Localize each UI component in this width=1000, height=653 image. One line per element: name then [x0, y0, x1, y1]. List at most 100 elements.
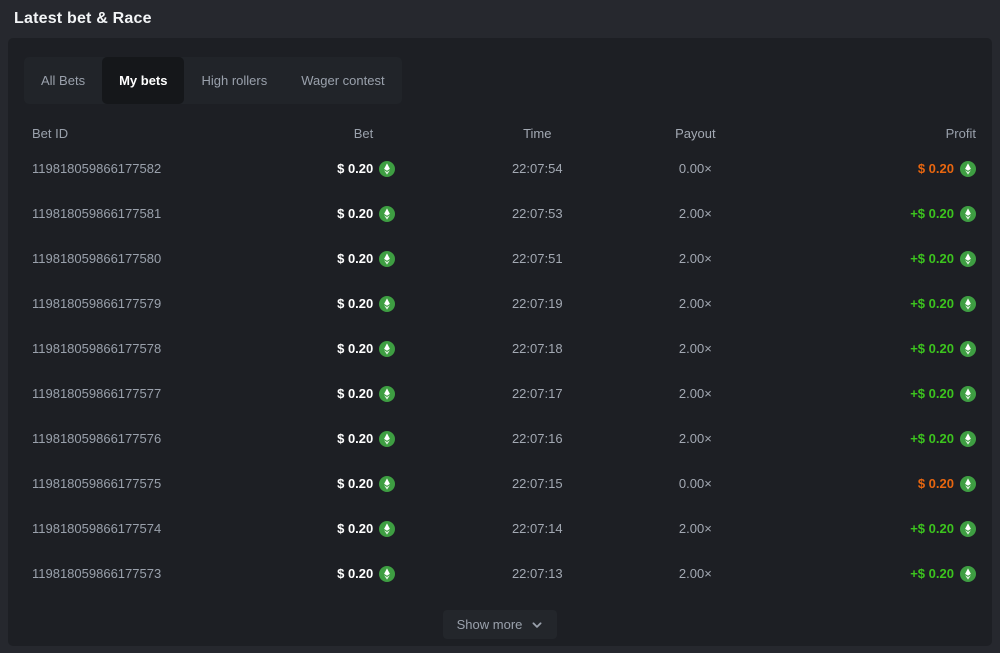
tab-all-bets[interactable]: All Bets [24, 57, 102, 104]
bet-time: 22:07:14 [395, 521, 633, 536]
title-bar: Latest bet & Race [0, 0, 1000, 38]
eth-coin-icon [960, 251, 976, 267]
bet-payout: 2.00× [633, 296, 747, 311]
bet-amount: $ 0.20 [337, 521, 373, 536]
bet-amount: $ 0.20 [337, 296, 373, 311]
bet-time: 22:07:54 [395, 161, 633, 176]
bets-tab-group: All Bets My bets High rollers Wager cont… [24, 57, 402, 104]
bet-amount: $ 0.20 [337, 566, 373, 581]
table-row: 119818059866177580 $ 0.20 22:07:51 2.00×… [24, 236, 976, 281]
eth-coin-icon [960, 206, 976, 222]
bet-amount: $ 0.20 [337, 431, 373, 446]
bet-payout: 2.00× [633, 566, 747, 581]
eth-coin-icon [379, 296, 395, 312]
profit-value: +$ 0.20 [910, 206, 954, 221]
bet-id-link[interactable]: 119818059866177574 [32, 521, 161, 536]
bet-id-link[interactable]: 119818059866177578 [32, 341, 161, 356]
column-header-time: Time [395, 126, 633, 141]
table-header-row: Bet ID Bet Time Payout Profit [24, 120, 976, 146]
table-row: 119818059866177577 $ 0.20 22:07:17 2.00×… [24, 371, 976, 416]
profit-value: +$ 0.20 [910, 386, 954, 401]
chevron-down-icon [531, 619, 543, 631]
bet-amount: $ 0.20 [337, 206, 373, 221]
eth-coin-icon [960, 476, 976, 492]
table-row: 119818059866177574 $ 0.20 22:07:14 2.00×… [24, 506, 976, 551]
bet-id-link[interactable]: 119818059866177581 [32, 206, 161, 221]
bet-amount: $ 0.20 [337, 161, 373, 176]
bet-amount: $ 0.20 [337, 251, 373, 266]
table-row: 119818059866177578 $ 0.20 22:07:18 2.00×… [24, 326, 976, 371]
profit-value: +$ 0.20 [910, 566, 954, 581]
profit-value: $ 0.20 [918, 476, 954, 491]
table-row: 119818059866177575 $ 0.20 22:07:15 0.00×… [24, 461, 976, 506]
column-header-payout: Payout [633, 126, 747, 141]
eth-coin-icon [960, 296, 976, 312]
bet-amount: $ 0.20 [337, 476, 373, 491]
eth-coin-icon [379, 161, 395, 177]
profit-value: $ 0.20 [918, 161, 954, 176]
eth-coin-icon [960, 341, 976, 357]
profit-value: +$ 0.20 [910, 521, 954, 536]
tab-label: Wager contest [301, 73, 384, 88]
eth-coin-icon [379, 251, 395, 267]
bet-payout: 2.00× [633, 341, 747, 356]
bets-table-body: 119818059866177582 $ 0.20 22:07:54 0.00×… [24, 146, 976, 596]
table-row: 119818059866177573 $ 0.20 22:07:13 2.00×… [24, 551, 976, 596]
show-more-label: Show more [457, 617, 523, 632]
bet-id-link[interactable]: 119818059866177576 [32, 431, 161, 446]
table-row: 119818059866177582 $ 0.20 22:07:54 0.00×… [24, 146, 976, 191]
eth-coin-icon [960, 161, 976, 177]
eth-coin-icon [960, 386, 976, 402]
bet-time: 22:07:13 [395, 566, 633, 581]
show-more-button[interactable]: Show more [443, 610, 558, 639]
table-row: 119818059866177576 $ 0.20 22:07:16 2.00×… [24, 416, 976, 461]
bet-payout: 2.00× [633, 206, 747, 221]
tab-label: All Bets [41, 73, 85, 88]
profit-value: +$ 0.20 [910, 251, 954, 266]
bet-id-link[interactable]: 119818059866177577 [32, 386, 161, 401]
eth-coin-icon [379, 341, 395, 357]
eth-coin-icon [379, 521, 395, 537]
table-row: 119818059866177579 $ 0.20 22:07:19 2.00×… [24, 281, 976, 326]
column-header-profit: Profit [748, 126, 976, 141]
eth-coin-icon [379, 476, 395, 492]
eth-coin-icon [379, 566, 395, 582]
bet-payout: 2.00× [633, 431, 747, 446]
profit-value: +$ 0.20 [910, 341, 954, 356]
bets-panel: All Bets My bets High rollers Wager cont… [8, 38, 992, 646]
column-header-bet: Bet [252, 126, 395, 141]
page-title: Latest bet & Race [14, 10, 152, 28]
bet-id-link[interactable]: 119818059866177580 [32, 251, 161, 266]
bet-payout: 0.00× [633, 161, 747, 176]
bet-id-link[interactable]: 119818059866177582 [32, 161, 161, 176]
eth-coin-icon [960, 521, 976, 537]
bet-time: 22:07:16 [395, 431, 633, 446]
profit-value: +$ 0.20 [910, 431, 954, 446]
tab-label: High rollers [201, 73, 267, 88]
show-more-container: Show more [24, 610, 976, 639]
bet-time: 22:07:17 [395, 386, 633, 401]
bet-payout: 0.00× [633, 476, 747, 491]
bet-amount: $ 0.20 [337, 386, 373, 401]
bet-time: 22:07:19 [395, 296, 633, 311]
bet-amount: $ 0.20 [337, 341, 373, 356]
bet-id-link[interactable]: 119818059866177575 [32, 476, 161, 491]
eth-coin-icon [960, 431, 976, 447]
bet-id-link[interactable]: 119818059866177579 [32, 296, 161, 311]
tab-my-bets[interactable]: My bets [102, 57, 184, 104]
bet-time: 22:07:51 [395, 251, 633, 266]
tab-label: My bets [119, 73, 167, 88]
latest-bet-race-widget: Latest bet & Race All Bets My bets High … [0, 0, 1000, 653]
bet-time: 22:07:53 [395, 206, 633, 221]
bet-id-link[interactable]: 119818059866177573 [32, 566, 161, 581]
eth-coin-icon [379, 386, 395, 402]
eth-coin-icon [379, 206, 395, 222]
bet-payout: 2.00× [633, 251, 747, 266]
tab-wager-contest[interactable]: Wager contest [284, 57, 401, 104]
column-header-bet-id: Bet ID [24, 126, 252, 141]
bet-time: 22:07:15 [395, 476, 633, 491]
bet-payout: 2.00× [633, 521, 747, 536]
table-row: 119818059866177581 $ 0.20 22:07:53 2.00×… [24, 191, 976, 236]
profit-value: +$ 0.20 [910, 296, 954, 311]
tab-high-rollers[interactable]: High rollers [184, 57, 284, 104]
